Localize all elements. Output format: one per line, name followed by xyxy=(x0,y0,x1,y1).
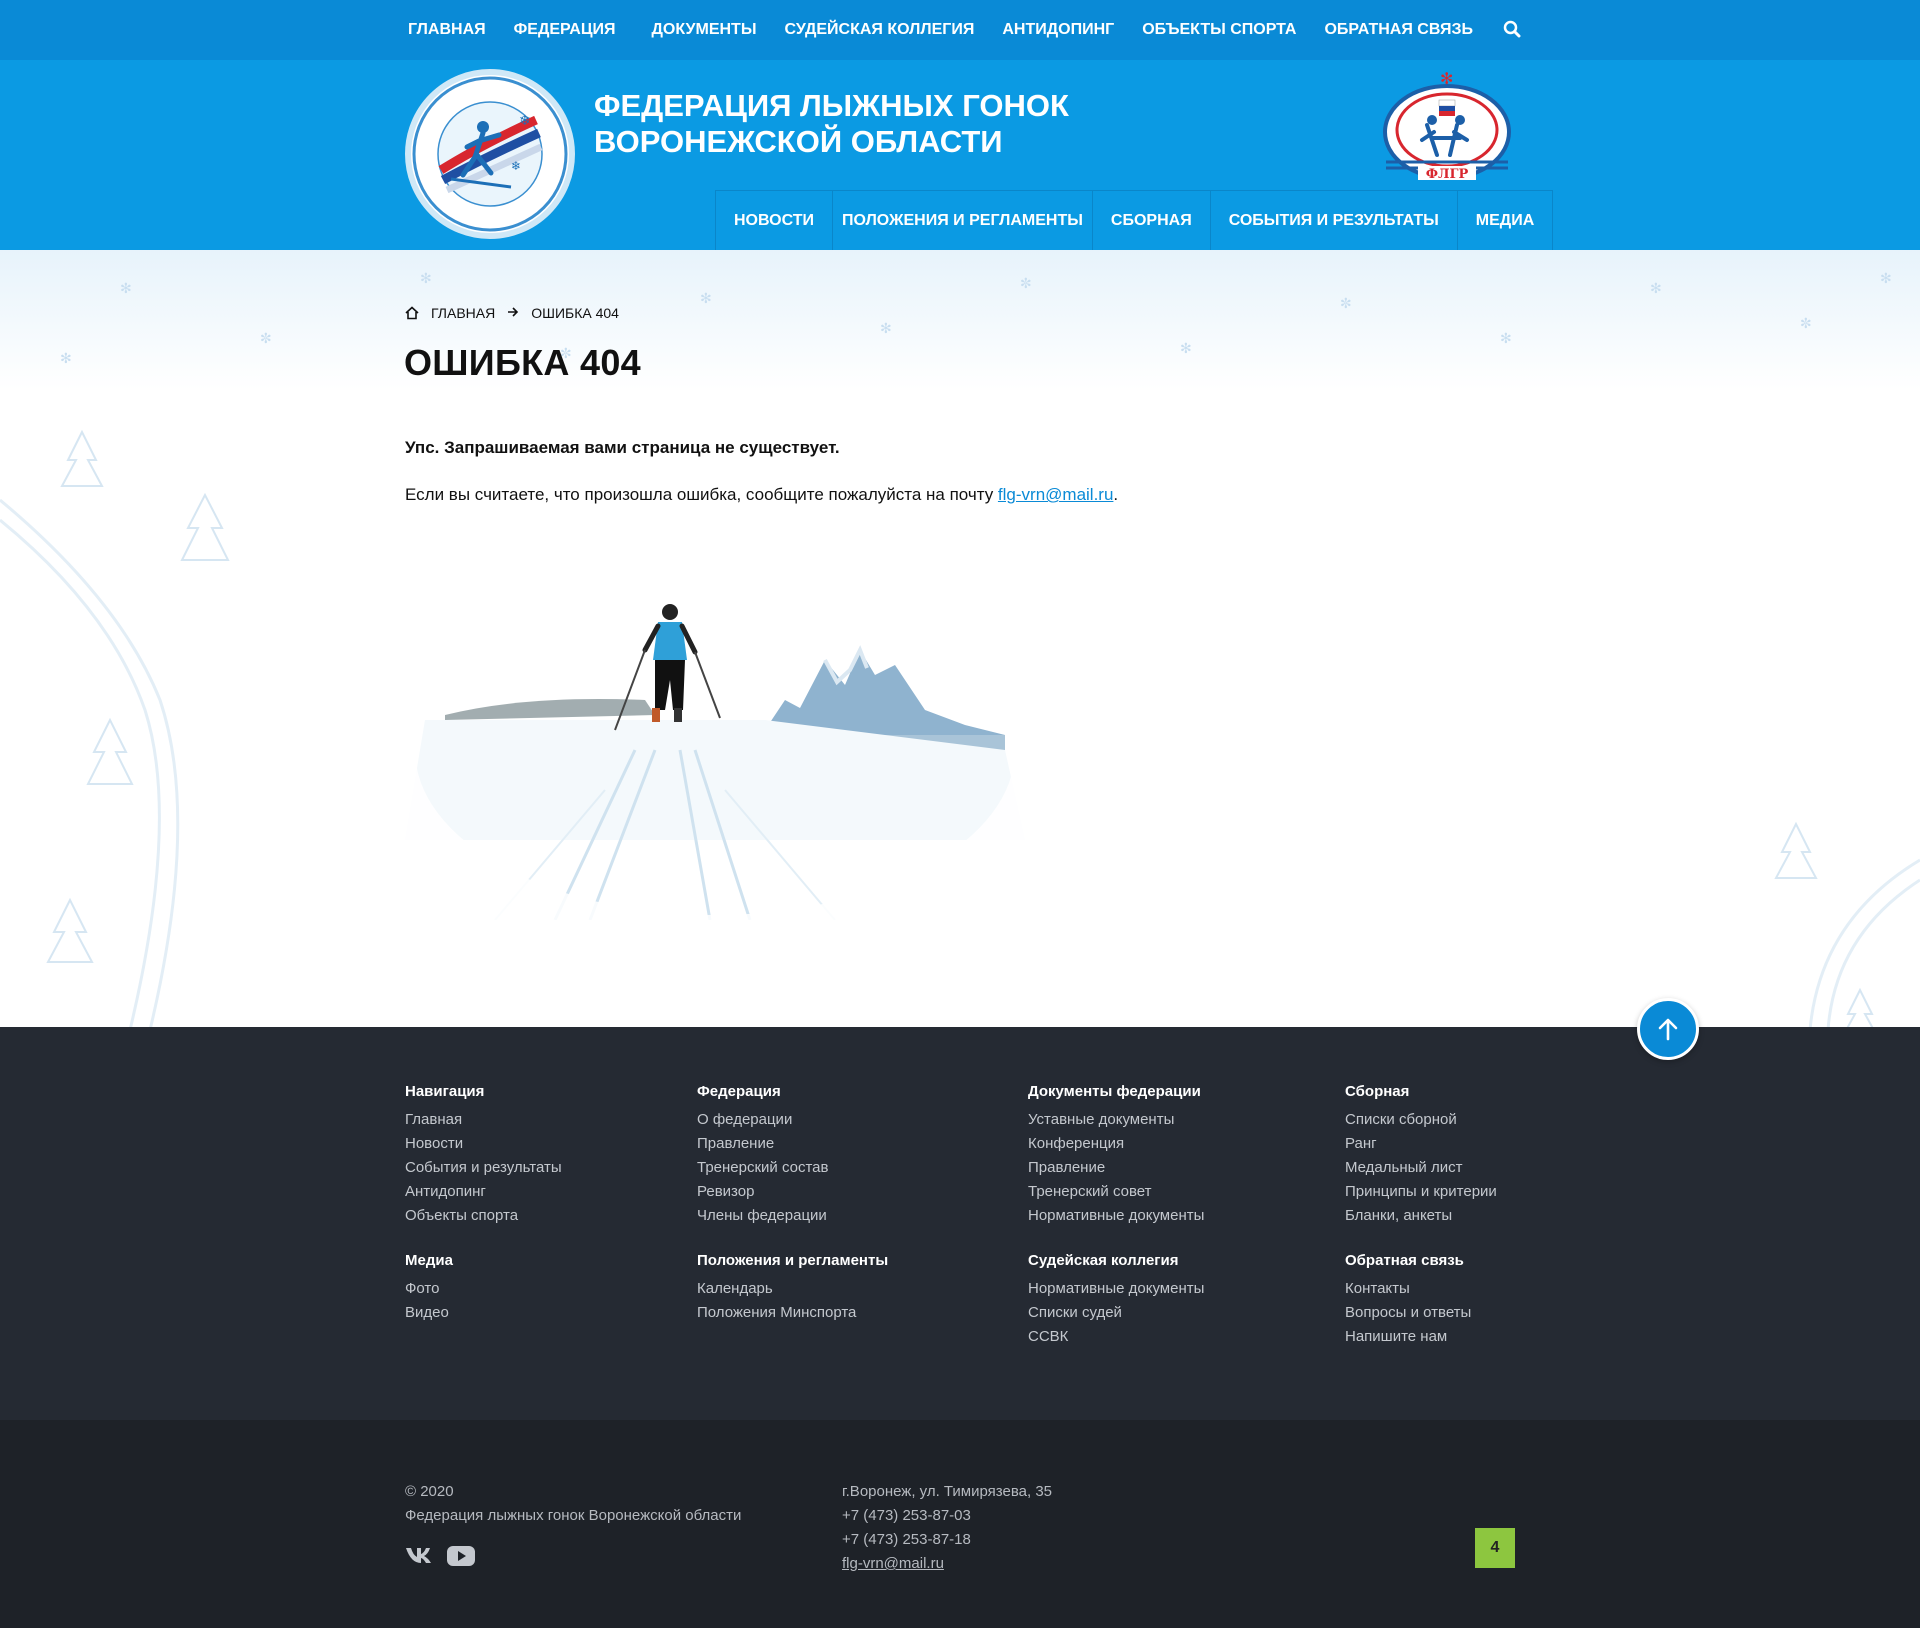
error-hint-suffix: . xyxy=(1113,485,1119,504)
breadcrumb-home[interactable]: Главная xyxy=(431,305,495,321)
error-hint-text: Если вы считаете, что произошла ошибка, … xyxy=(405,485,998,504)
footer-link[interactable]: Напишите нам xyxy=(1345,1325,1497,1349)
footer-link[interactable]: Видео xyxy=(405,1301,562,1325)
footer-link[interactable]: Тренерский состав xyxy=(697,1156,888,1180)
scroll-to-top-button[interactable] xyxy=(1637,998,1699,1060)
flgr-logo-text: ФЛГР xyxy=(1426,167,1469,182)
footer-heading: Обратная связь xyxy=(1345,1252,1464,1269)
search-icon[interactable] xyxy=(1503,20,1523,40)
skier-illustration xyxy=(405,590,1025,920)
arrow-up-icon xyxy=(1658,1018,1678,1041)
arrow-right-icon xyxy=(507,305,519,321)
footer-link[interactable]: ССВК xyxy=(1028,1325,1204,1349)
mainnav-item-news[interactable]: Новости xyxy=(716,190,834,250)
flgr-logo[interactable]: ✻ ФЛГР xyxy=(1382,69,1512,182)
vk-icon[interactable] xyxy=(405,1546,433,1571)
footer-heading: Медиа xyxy=(405,1252,453,1269)
svg-text:✻: ✻ xyxy=(1440,70,1453,88)
footer-link[interactable]: Правление xyxy=(1028,1156,1204,1180)
copyright-year: © 2020 xyxy=(405,1483,454,1500)
breadcrumb-current: Ошибка 404 xyxy=(531,305,619,321)
footer-link[interactable]: Новости xyxy=(405,1132,562,1156)
footer-column-team: Сборная Списки сборной Ранг Медальный ли… xyxy=(1345,1083,1497,1373)
topnav-item-antidoping[interactable]: Антидопинг xyxy=(1002,21,1114,39)
footer-column-federation: Федерация О федерации Правление Тренерск… xyxy=(697,1083,888,1349)
topnav-item-federation[interactable]: Федерация xyxy=(514,21,616,39)
footer-link[interactable]: Бланки, анкеты xyxy=(1345,1204,1497,1228)
home-icon[interactable] xyxy=(405,306,419,320)
error-email-link[interactable]: flg-vrn@mail.ru xyxy=(998,485,1114,504)
footer-heading: Судейская коллегия xyxy=(1028,1252,1179,1269)
mainnav-item-media[interactable]: Медиа xyxy=(1457,190,1554,250)
footer-link[interactable]: Правление xyxy=(697,1132,888,1156)
address: г.Воронеж, ул. Тимирязева, 35 xyxy=(842,1483,1053,1500)
footer-heading: Документы федерации xyxy=(1028,1083,1201,1100)
footer-link[interactable]: Члены федерации xyxy=(697,1204,888,1228)
footer-link[interactable]: Ревизор xyxy=(697,1180,888,1204)
footer-link[interactable]: Вопросы и ответы xyxy=(1345,1301,1497,1325)
top-navigation: Главная Федерация Документы Судейская ко… xyxy=(408,0,1523,60)
footer-link[interactable]: Медальный лист xyxy=(1345,1156,1497,1180)
footer-column-documents: Документы федерации Уставные документы К… xyxy=(1028,1083,1204,1373)
svg-text:❄: ❄ xyxy=(519,113,531,129)
tree-decoration-left xyxy=(0,429,230,1030)
social-links xyxy=(405,1546,475,1571)
footer-link[interactable]: Календарь xyxy=(697,1277,888,1301)
footer-link[interactable]: Уставные документы xyxy=(1028,1108,1204,1132)
site-title[interactable]: Федерация лыжных гонок Воронежской облас… xyxy=(594,88,1069,160)
footer-column-navigation: Навигация Главная Новости События и резу… xyxy=(405,1083,562,1349)
topnav-item-feedback[interactable]: Обратная связь xyxy=(1324,21,1473,39)
footer-link[interactable]: Конференция xyxy=(1028,1132,1204,1156)
footer-heading: Положения и регламенты xyxy=(697,1252,889,1269)
main-navigation: Новости Положения и регламенты Сборная С… xyxy=(715,190,1554,250)
topnav-item-home[interactable]: Главная xyxy=(408,21,486,39)
error-hint: Если вы считаете, что произошла ошибка, … xyxy=(405,485,1118,505)
page-title: Ошибка 404 xyxy=(404,342,641,383)
site-title-line1: Федерация лыжных гонок xyxy=(594,88,1069,123)
footer-link[interactable]: События и результаты xyxy=(405,1156,562,1180)
footer-link[interactable]: Главная xyxy=(405,1108,562,1132)
mainnav-item-team[interactable]: Сборная xyxy=(1092,190,1211,250)
visitor-counter-badge[interactable]: 4 xyxy=(1475,1528,1515,1568)
contacts: г.Воронеж, ул. Тимирязева, 35 +7 (473) 2… xyxy=(842,1480,1052,1576)
footer-link[interactable]: Тренерский совет xyxy=(1028,1180,1204,1204)
footer-link[interactable]: Ранг xyxy=(1345,1132,1497,1156)
footer-link[interactable]: Принципы и критерии xyxy=(1345,1180,1497,1204)
youtube-icon[interactable] xyxy=(447,1546,475,1571)
phone-2[interactable]: +7 (473) 253-87-18 xyxy=(842,1528,1052,1552)
footer-link[interactable]: О федерации xyxy=(697,1108,888,1132)
footer-link[interactable]: Антидопинг xyxy=(405,1180,562,1204)
phone-1[interactable]: +7 (473) 253-87-03 xyxy=(842,1504,1052,1528)
federation-logo[interactable]: ❄ ❄ xyxy=(405,69,575,239)
tree-decoration-right xyxy=(1774,821,1920,1030)
svg-text:❄: ❄ xyxy=(511,159,521,173)
footer-heading: Федерация xyxy=(697,1083,781,1100)
error-message: Упс. Запрашиваемая вами страница не суще… xyxy=(405,438,840,457)
footer-heading: Навигация xyxy=(405,1083,485,1100)
site-title-line2: Воронежской области xyxy=(594,124,1003,159)
footer-link[interactable]: Нормативные документы xyxy=(1028,1277,1204,1301)
contact-email-link[interactable]: flg-vrn@mail.ru xyxy=(842,1555,944,1572)
footer-link[interactable]: Фото xyxy=(405,1277,562,1301)
copyright-org: Федерация лыжных гонок Воронежской облас… xyxy=(405,1507,742,1524)
footer-link[interactable]: Нормативные документы xyxy=(1028,1204,1204,1228)
footer-link[interactable]: Списки судей xyxy=(1028,1301,1204,1325)
footer-heading: Сборная xyxy=(1345,1083,1410,1100)
footer-link[interactable]: Объекты спорта xyxy=(405,1204,562,1228)
footer-link[interactable]: Положения Минспорта xyxy=(697,1301,888,1325)
copyright: © 2020 Федерация лыжных гонок Воронежско… xyxy=(405,1480,741,1528)
mainnav-item-regulations[interactable]: Положения и регламенты xyxy=(833,190,1093,250)
mainnav-item-events[interactable]: События и результаты xyxy=(1210,190,1458,250)
topnav-item-documents[interactable]: Документы xyxy=(652,21,757,39)
site-footer xyxy=(0,1027,1920,1420)
topnav-item-venues[interactable]: Объекты спорта xyxy=(1142,21,1296,39)
footer-link[interactable]: Списки сборной xyxy=(1345,1108,1497,1132)
topnav-item-judges[interactable]: Судейская коллегия xyxy=(784,21,974,39)
breadcrumb: Главная Ошибка 404 xyxy=(405,305,619,321)
snowflake-background: ✻ ✼ ✻ ✼ ✻ ✻ ✼ ✻ ✼ ✻ ✻ ✼ ✻ ✻ xyxy=(0,250,1920,390)
footer-link[interactable]: Контакты xyxy=(1345,1277,1497,1301)
